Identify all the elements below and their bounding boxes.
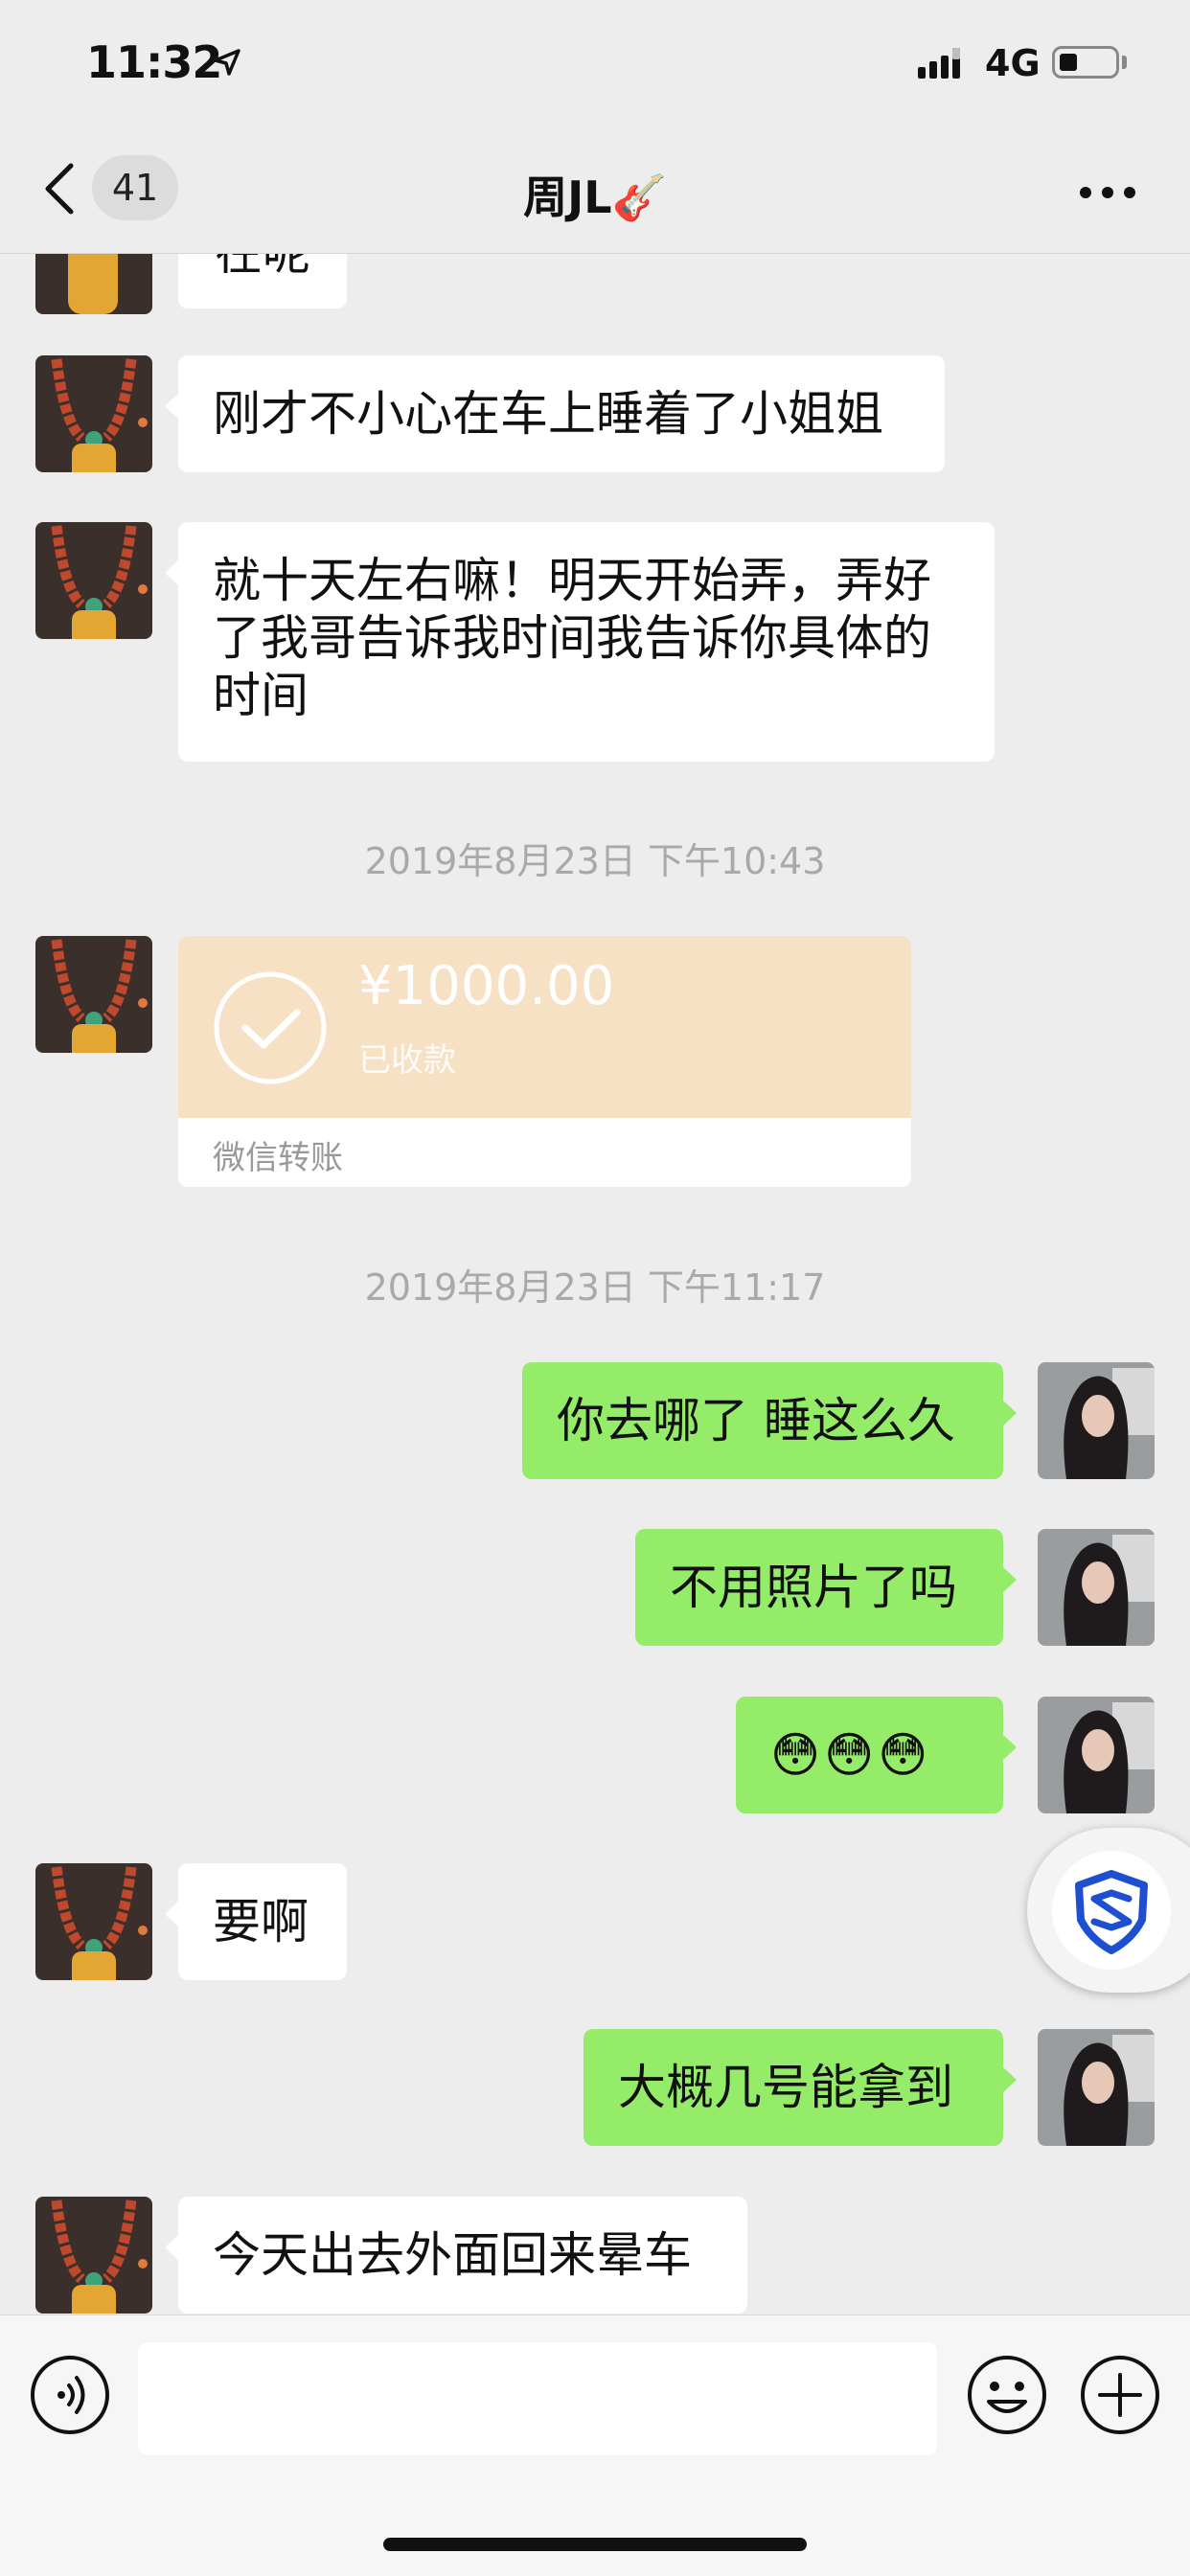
transfer-label: 微信转账 bbox=[213, 1139, 343, 1177]
message-bubble-sent[interactable]: 不用照片了吗 bbox=[635, 1529, 1017, 1646]
chat-header: 41 周JL🎸 bbox=[0, 126, 1190, 254]
transfer-card[interactable]: ¥1000.00 已收款 微信转账 bbox=[178, 936, 911, 1187]
my-avatar[interactable] bbox=[1038, 1697, 1155, 1813]
message-text: 今天出去外面回来晕车 bbox=[213, 2227, 692, 2283]
transfer-amount: ¥1000.00 bbox=[358, 955, 615, 1017]
checkmark-circle-icon bbox=[214, 971, 327, 1084]
message-bubble-sent[interactable]: 大概几号能拿到 bbox=[584, 2029, 1017, 2146]
contact-avatar[interactable] bbox=[35, 1863, 152, 1980]
battery-icon bbox=[1052, 46, 1119, 79]
message-bubble-received[interactable]: 在呢 bbox=[178, 254, 347, 308]
voice-icon[interactable] bbox=[29, 2354, 111, 2436]
contact-avatar[interactable] bbox=[35, 355, 152, 472]
input-bar bbox=[0, 2314, 1190, 2576]
message-bubble-received[interactable]: 要啊 bbox=[165, 1863, 347, 1980]
timestamp: 2019年8月23日 下午10:43 bbox=[364, 840, 826, 882]
location-arrow-icon bbox=[214, 49, 240, 76]
plus-icon[interactable] bbox=[1079, 2354, 1161, 2436]
network-type: 4G bbox=[985, 42, 1041, 84]
message-text: 就十天左右嘛！明天开始弄，弄好了我哥告诉我时间我告诉你具体的时间 bbox=[213, 553, 931, 723]
message-bubble-received[interactable]: 就十天左右嘛！明天开始弄，弄好了我哥告诉我时间我告诉你具体的时间 bbox=[165, 522, 995, 762]
status-bar: 11:32 4G bbox=[0, 0, 1190, 126]
home-indicator bbox=[383, 2538, 807, 2551]
signal-icon bbox=[918, 48, 960, 79]
my-avatar[interactable] bbox=[1038, 1529, 1155, 1646]
battery-tip bbox=[1122, 56, 1127, 69]
message-bubble-received[interactable]: 今天出去外面回来晕车 bbox=[165, 2197, 747, 2314]
my-avatar[interactable] bbox=[1038, 2029, 1155, 2146]
message-input[interactable] bbox=[138, 2342, 937, 2455]
message-text: 在呢 bbox=[215, 254, 310, 281]
message-bubble-sent[interactable]: 你去哪了 睡这么久 bbox=[522, 1362, 1017, 1479]
status-time: 11:32 bbox=[86, 36, 222, 88]
emoji-icon[interactable] bbox=[966, 2354, 1048, 2436]
timestamp: 2019年8月23日 下午11:17 bbox=[364, 1266, 826, 1309]
my-avatar[interactable] bbox=[1038, 1362, 1155, 1479]
contact-avatar[interactable] bbox=[35, 522, 152, 639]
message-bubble-received[interactable]: 刚才不小心在车上睡着了小姐姐 bbox=[165, 355, 945, 472]
transfer-status: 已收款 bbox=[358, 1041, 456, 1080]
message-text: 不用照片了吗 bbox=[670, 1560, 957, 1615]
contact-avatar[interactable] bbox=[35, 254, 152, 314]
more-dots-icon[interactable] bbox=[1079, 186, 1136, 199]
message-text: 大概几号能拿到 bbox=[618, 2060, 953, 2115]
message-text: 你去哪了 睡这么久 bbox=[557, 1393, 955, 1448]
message-text: 😳😳😳 bbox=[770, 1727, 932, 1783]
contact-avatar[interactable] bbox=[35, 2197, 152, 2314]
message-bubble-sent[interactable]: 😳😳😳 bbox=[736, 1697, 1017, 1813]
contact-avatar[interactable] bbox=[35, 936, 152, 1053]
floating-shield-button[interactable] bbox=[1027, 1828, 1190, 1993]
message-list[interactable]: 在呢 刚才不小心在车上睡着了小姐姐 就十天左右嘛！明天开始弄，弄好了我哥告诉我时… bbox=[0, 254, 1190, 2314]
shield-icon bbox=[1075, 1870, 1148, 1954]
message-text: 刚才不小心在车上睡着了小姐姐 bbox=[213, 386, 883, 442]
transfer-card-top: ¥1000.00 已收款 bbox=[178, 936, 911, 1118]
chat-title: 周JL🎸 bbox=[523, 171, 667, 223]
message-text: 要啊 bbox=[213, 1894, 309, 1949]
